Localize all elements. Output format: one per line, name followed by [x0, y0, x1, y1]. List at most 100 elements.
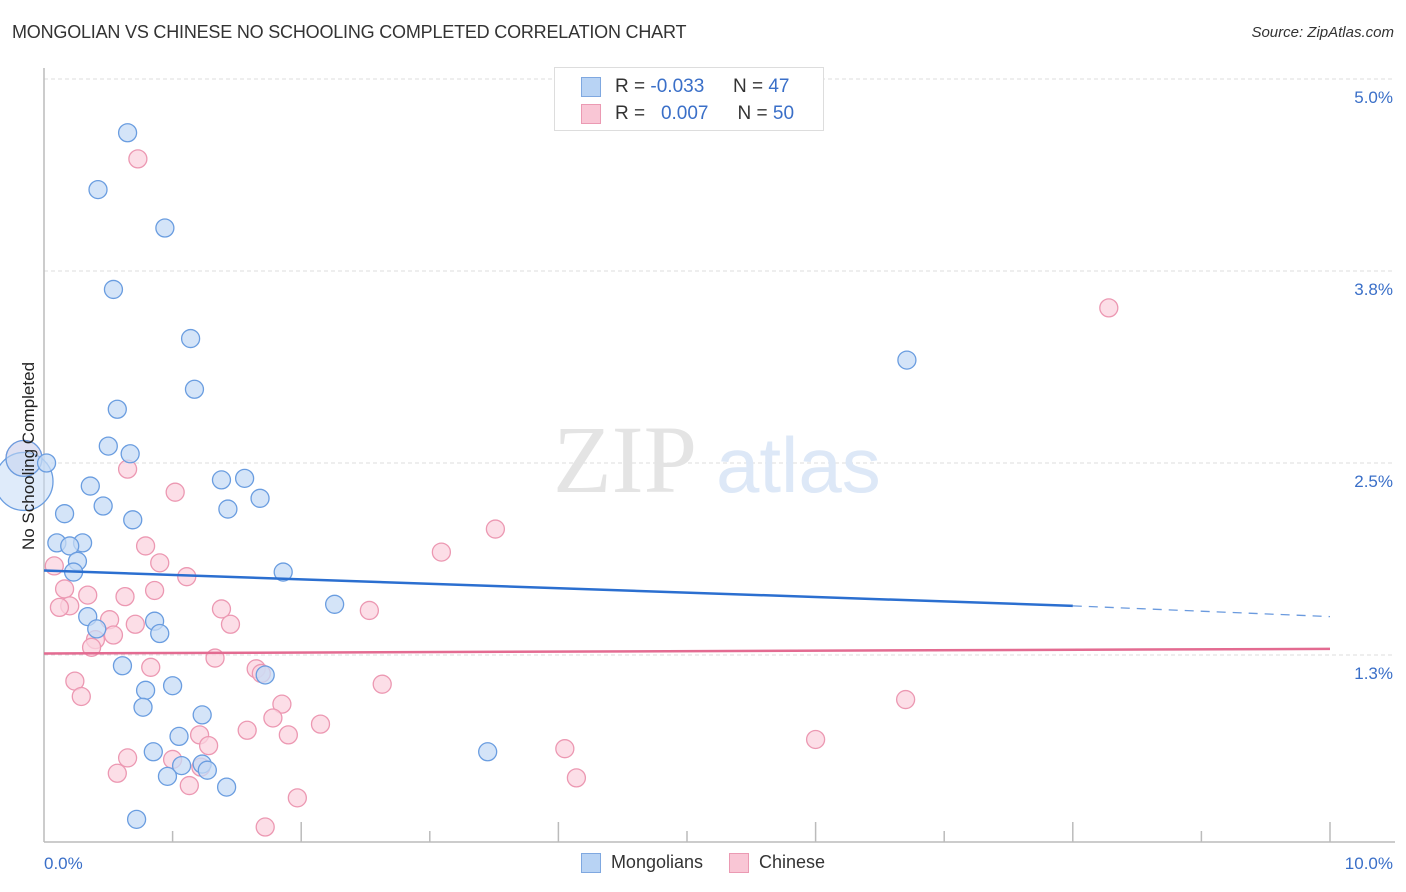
stats-legend: R = -0.033 N = 47 R = 0.007 N = 50: [554, 67, 824, 131]
data-point: [150, 553, 170, 573]
data-point: [115, 586, 135, 607]
r-value: 0.007: [660, 103, 709, 124]
data-point: [216, 777, 237, 797]
data-point: [263, 708, 283, 728]
data-point: [143, 742, 163, 762]
data-point: [287, 788, 307, 808]
data-point: [125, 614, 145, 634]
data-point: [123, 510, 143, 530]
data-point: [150, 623, 170, 644]
data-point: [255, 817, 275, 837]
data-point: [372, 674, 392, 694]
data-point: [198, 735, 219, 756]
data-point: [220, 614, 241, 634]
data-point: [49, 597, 70, 618]
data-point: [1099, 298, 1119, 318]
data-point: [250, 488, 270, 508]
n-label: N =: [737, 103, 768, 124]
data-point: [895, 689, 916, 710]
y-tick-label: 1.3%: [1354, 664, 1393, 683]
data-point: [141, 657, 161, 677]
data-point: [87, 619, 107, 639]
data-point: [555, 739, 575, 759]
data-point: [179, 775, 199, 796]
data-point: [485, 519, 506, 539]
y-tick-label: 2.5%: [1354, 472, 1393, 491]
y-tick-label: 3.8%: [1354, 280, 1393, 299]
data-point: [237, 720, 257, 740]
data-point: [71, 686, 91, 707]
data-point: [107, 399, 127, 419]
data-point: [112, 656, 133, 676]
data-point: [197, 760, 217, 780]
data-point: [103, 625, 124, 645]
data-point: [566, 768, 587, 788]
legend-swatch-chinese: [581, 104, 601, 124]
data-point: [805, 729, 826, 750]
data-point: [103, 279, 124, 300]
data-point: [126, 809, 147, 830]
data-point: [78, 585, 98, 605]
data-point: [211, 470, 232, 490]
data-point: [36, 453, 57, 473]
y-axis-ticks: 5.0% 3.8% 2.5% 1.3%: [1354, 88, 1393, 683]
legend-swatch-mongolians: [580, 852, 601, 873]
trend-lines: [43, 569, 1331, 655]
trend-line-mongolians-extension: [1072, 605, 1331, 618]
data-point: [359, 600, 380, 621]
data-point: [897, 350, 917, 370]
y-tick-label: 5.0%: [1354, 88, 1393, 107]
legend-swatch-chinese: [729, 852, 749, 873]
series-legend: Mongolians Chinese: [0, 852, 1406, 873]
data-point: [117, 123, 138, 143]
n-value: 50: [772, 103, 795, 124]
data-point: [135, 680, 156, 700]
data-point: [169, 726, 189, 747]
watermark-atlas: atlas: [716, 421, 881, 509]
data-point: [478, 742, 498, 762]
r-value: -0.033: [650, 76, 705, 97]
data-point: [88, 179, 108, 200]
data-point: [218, 499, 238, 519]
data-point: [54, 504, 75, 524]
trend-line-chinese: [43, 647, 1331, 655]
legend-label: Mongolians: [610, 852, 703, 872]
legend-swatch-mongolians: [581, 77, 601, 97]
data-point: [54, 579, 75, 599]
legend-row-mongolians: R = -0.033 N = 47: [581, 76, 789, 98]
legend-row-chinese: R = 0.007 N = 50: [581, 103, 794, 125]
watermark-zip: ZIP: [553, 406, 697, 513]
n-label: N =: [732, 76, 764, 97]
scatter-chart: ZIP atlas 5.0% 3.8% 2.5% 1.3% No Schooling …: [0, 68, 1395, 873]
trend-line-mongolians: [43, 569, 1073, 608]
data-point: [255, 665, 275, 685]
data-point: [128, 149, 148, 169]
data-point: [133, 697, 153, 717]
data-point: [98, 436, 118, 456]
watermark: ZIP atlas: [553, 406, 881, 513]
data-point: [157, 766, 178, 786]
data-point: [324, 594, 345, 614]
data-point: [155, 218, 175, 238]
legend-label: Chinese: [759, 852, 826, 872]
data-point: [310, 714, 331, 734]
data-point: [93, 496, 113, 516]
data-point: [431, 542, 452, 562]
data-point: [120, 444, 140, 464]
data-point: [117, 748, 138, 768]
n-value: 47: [768, 76, 790, 97]
r-label: R =: [615, 103, 646, 124]
data-point: [80, 476, 100, 496]
legend-item-mongolians[interactable]: Mongolians: [580, 852, 703, 873]
data-point: [144, 580, 165, 601]
y-axis-title: No Schooling Completed: [19, 362, 38, 550]
data-point: [165, 482, 185, 502]
gridlines: [44, 78, 1395, 656]
data-point: [184, 379, 205, 399]
data-point: [180, 328, 201, 349]
data-point: [162, 676, 183, 696]
data-point: [107, 763, 127, 783]
data-point: [192, 705, 212, 725]
legend-item-chinese[interactable]: Chinese: [729, 852, 825, 873]
data-point: [135, 536, 156, 556]
